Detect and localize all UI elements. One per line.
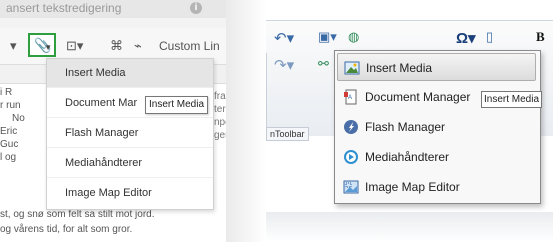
menu-item-flash-manager[interactable]: Flash Manager bbox=[47, 119, 213, 148]
right-ribbon-screenshot: ↶▾ ↷▾ ▣▾ ◍ ⚯ Ω▾ ▯ B nToolbar Insert Medi… bbox=[266, 0, 553, 242]
menu-item-flash-manager[interactable]: Flash Manager bbox=[337, 113, 536, 141]
redo-icon[interactable]: ↷▾ bbox=[274, 56, 294, 74]
editor-title-bar: ansert tekstredigering i bbox=[0, 0, 226, 18]
insert-media-dropdown: Insert Media A Document Manager Flash Ma… bbox=[334, 50, 541, 204]
bottom-fade bbox=[266, 212, 553, 242]
editor-title: ansert tekstredigering bbox=[6, 1, 122, 15]
editor-right-edge-text: fra ter npe ger bbox=[214, 90, 226, 142]
ribbon-group-label: nToolbar bbox=[266, 127, 309, 141]
globe-icon[interactable]: ◍ bbox=[348, 29, 359, 45]
editor-line: Guc bbox=[0, 139, 19, 150]
menu-item-label: Insert Media bbox=[366, 61, 433, 75]
menu-item-label: Flash Manager bbox=[365, 120, 446, 134]
paste-icon[interactable]: ▯ bbox=[486, 29, 493, 45]
editor-line: og vårens tid, for alt som gror. bbox=[0, 224, 133, 235]
unlink-icon[interactable]: ⌁ bbox=[134, 35, 142, 57]
editor-line: npe bbox=[214, 117, 226, 128]
media-player-icon bbox=[344, 150, 358, 164]
menu-item-insert-media[interactable]: Insert Media bbox=[47, 59, 213, 88]
link-manager-icon[interactable]: ⚯ bbox=[318, 56, 329, 72]
bold-icon[interactable]: B bbox=[536, 29, 545, 45]
ribbon-separator bbox=[266, 53, 267, 133]
svg-text:A: A bbox=[348, 95, 352, 101]
tooltip: Insert Media bbox=[145, 96, 209, 114]
editor-line: l og bbox=[0, 152, 17, 163]
editor-line: ger bbox=[214, 130, 226, 141]
tooltip: Insert Media bbox=[481, 91, 543, 108]
editor-line: Eric bbox=[0, 126, 18, 137]
menu-item-image-map-editor[interactable]: Image Map Editor bbox=[47, 179, 213, 208]
menu-item-label: Document Manager bbox=[365, 90, 471, 104]
edit-box-icon[interactable]: ⊡▾ bbox=[66, 35, 83, 57]
editor-line: No bbox=[12, 113, 25, 124]
menu-item-mediahandterer[interactable]: Mediahåndterer bbox=[337, 143, 536, 171]
custom-links-dropdown[interactable]: Custom Lin bbox=[159, 35, 220, 57]
image-map-icon bbox=[343, 180, 359, 194]
document-icon: A bbox=[344, 89, 357, 105]
image-icon bbox=[344, 61, 360, 75]
editor-line: ter bbox=[214, 104, 226, 115]
editor-line: r run bbox=[0, 100, 21, 111]
insert-media-dropdown: Insert Media Document Mar Flash Manager … bbox=[46, 58, 214, 210]
info-icon[interactable]: i bbox=[190, 2, 202, 14]
separator-gradient bbox=[226, 0, 266, 242]
menu-item-label: Image Map Editor bbox=[365, 180, 460, 194]
editor-line: fra bbox=[214, 91, 226, 102]
chevron-down-icon: ▼ bbox=[44, 43, 52, 52]
flash-icon bbox=[344, 120, 358, 134]
left-editor-screenshot: ansert tekstredigering i ▾ 📎 ▼ ⊡▾ ⌘ ⌁ Cu… bbox=[0, 0, 226, 242]
insert-media-button[interactable]: 📎 ▼ bbox=[28, 33, 56, 57]
insert-media-ribbon-button[interactable]: ▣▾ bbox=[318, 29, 337, 45]
menu-item-mediahandterer[interactable]: Mediahåndterer bbox=[47, 149, 213, 178]
menu-item-insert-media[interactable]: Insert Media bbox=[337, 53, 536, 81]
link-icon[interactable]: ⌘ bbox=[110, 35, 123, 57]
menu-item-label: Mediahåndterer bbox=[365, 150, 450, 164]
dropdown-arrow-icon[interactable]: ▾ bbox=[10, 35, 17, 57]
symbol-icon[interactable]: Ω▾ bbox=[456, 29, 476, 47]
menu-item-image-map-editor[interactable]: Image Map Editor bbox=[337, 173, 536, 201]
undo-icon[interactable]: ↶▾ bbox=[274, 29, 294, 47]
editor-line: i R bbox=[0, 87, 13, 98]
